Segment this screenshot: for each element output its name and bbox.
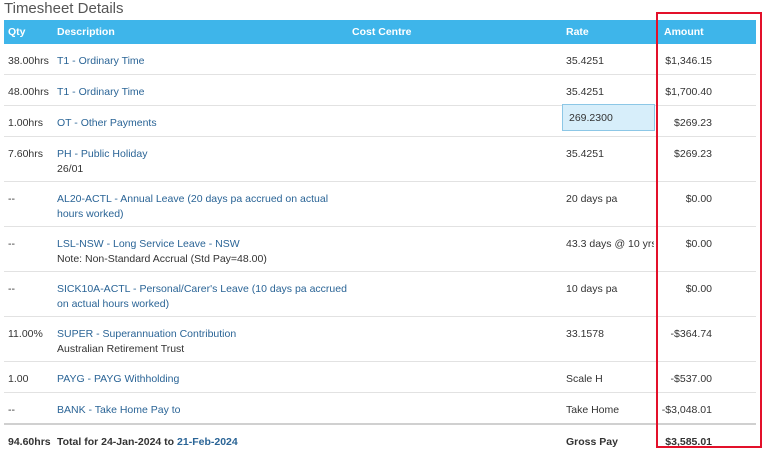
col-rate[interactable]: Rate	[562, 20, 654, 44]
pay-item-note: Australian Retirement Trust	[57, 343, 185, 355]
amount-cell: $1,346.15	[665, 55, 712, 67]
amount-cell: $1,700.40	[665, 86, 712, 98]
timesheet-table: Qty Description Cost Centre Rate Amount …	[4, 20, 756, 455]
col-description[interactable]: Description	[53, 20, 348, 44]
rate-edit-field[interactable]: 269.2300	[562, 104, 655, 131]
table-row: -- LSL-NSW - Long Service Leave - NSW Not…	[4, 226, 756, 272]
pay-item-link[interactable]: PAYG - PAYG Withholding	[57, 373, 179, 385]
total-amount: $3,585.01	[665, 436, 712, 448]
pay-item-link[interactable]: LSL-NSW - Long Service Leave - NSW	[57, 238, 240, 250]
rate-cell: 35.4251	[566, 86, 604, 98]
qty-cell: 7.60hrs	[8, 148, 44, 160]
rate-cell: 35.4251	[566, 55, 604, 67]
pay-item-link[interactable]: OT - Other Payments	[57, 117, 157, 129]
amount-cell: $0.00	[685, 193, 712, 205]
table-row: 11.00% SUPER - Superannuation Contributi…	[4, 316, 756, 362]
total-row: 94.60hrs Total for 24-Jan-2024 to 21-Feb…	[4, 423, 756, 455]
pay-item-link[interactable]: T1 - Ordinary Time	[57, 55, 145, 67]
rate-cell: 20 days pa	[566, 193, 618, 205]
qty-cell: --	[8, 193, 15, 205]
pay-item-link[interactable]: SUPER - Superannuation Contribution	[57, 328, 236, 340]
table-row: 48.00hrs T1 - Ordinary Time 35.4251 $1,7…	[4, 74, 756, 106]
amount-cell: $269.23	[674, 148, 712, 160]
table-row: -- SICK10A-ACTL - Personal/Carer's Leave…	[4, 271, 756, 317]
table-row: 1.00 PAYG - PAYG Withholding Scale H -$5…	[4, 361, 756, 393]
table-header: Qty Description Cost Centre Rate Amount	[4, 20, 756, 44]
total-end-date-link[interactable]: 21-Feb-2024	[177, 436, 238, 448]
pay-item-link[interactable]: BANK - Take Home Pay to	[57, 404, 181, 416]
pay-item-note: Note: Non-Standard Accrual (Std Pay=48.0…	[57, 253, 267, 265]
qty-cell: 38.00hrs	[8, 55, 49, 67]
col-qty[interactable]: Qty	[4, 20, 53, 44]
qty-cell: 48.00hrs	[8, 86, 49, 98]
total-rate-label: Gross Pay	[566, 436, 618, 448]
qty-cell: 11.00%	[8, 328, 43, 340]
table-row: 38.00hrs T1 - Ordinary Time 35.4251 $1,3…	[4, 44, 756, 75]
pay-item-link[interactable]: AL20-ACTL - Annual Leave (20 days pa acc…	[57, 193, 328, 220]
amount-cell: $0.00	[685, 238, 712, 250]
table-row: 7.60hrs PH - Public Holiday 26/01 35.4251…	[4, 136, 756, 182]
col-amount[interactable]: Amount	[654, 20, 756, 44]
qty-cell: 1.00	[8, 373, 29, 385]
rate-cell: Take Home	[566, 404, 620, 416]
amount-cell: $0.00	[685, 283, 712, 295]
rate-cell: 10 days pa	[566, 283, 618, 295]
amount-cell: -$364.74	[670, 328, 712, 340]
amount-cell: -$3,048.01	[661, 404, 712, 416]
col-cost-centre[interactable]: Cost Centre	[348, 20, 562, 44]
rate-cell: Scale H	[566, 373, 603, 385]
rate-cell: 43.3 days @ 10 yrs	[566, 238, 654, 250]
table-row: -- BANK - Take Home Pay to Take Home -$3…	[4, 392, 756, 425]
qty-cell: --	[8, 404, 15, 416]
rate-cell: 33.1578	[566, 328, 604, 340]
qty-cell: --	[8, 283, 15, 295]
amount-cell: -$537.00	[670, 373, 712, 385]
amount-cell: $269.23	[674, 117, 712, 129]
pay-item-note: 26/01	[57, 163, 84, 175]
pay-item-link[interactable]: SICK10A-ACTL - Personal/Carer's Leave (1…	[57, 283, 347, 310]
total-label: Total for 24-Jan-2024 to	[57, 436, 178, 448]
total-qty: 94.60hrs	[8, 436, 51, 448]
rate-cell: 35.4251	[566, 148, 604, 160]
pay-item-link[interactable]: T1 - Ordinary Time	[57, 86, 145, 98]
pay-item-link[interactable]: PH - Public Holiday	[57, 148, 147, 160]
qty-cell: 1.00hrs	[8, 117, 44, 129]
page-title: Timesheet Details	[4, 0, 124, 17]
qty-cell: --	[8, 238, 15, 250]
table-row: -- AL20-ACTL - Annual Leave (20 days pa …	[4, 181, 756, 227]
